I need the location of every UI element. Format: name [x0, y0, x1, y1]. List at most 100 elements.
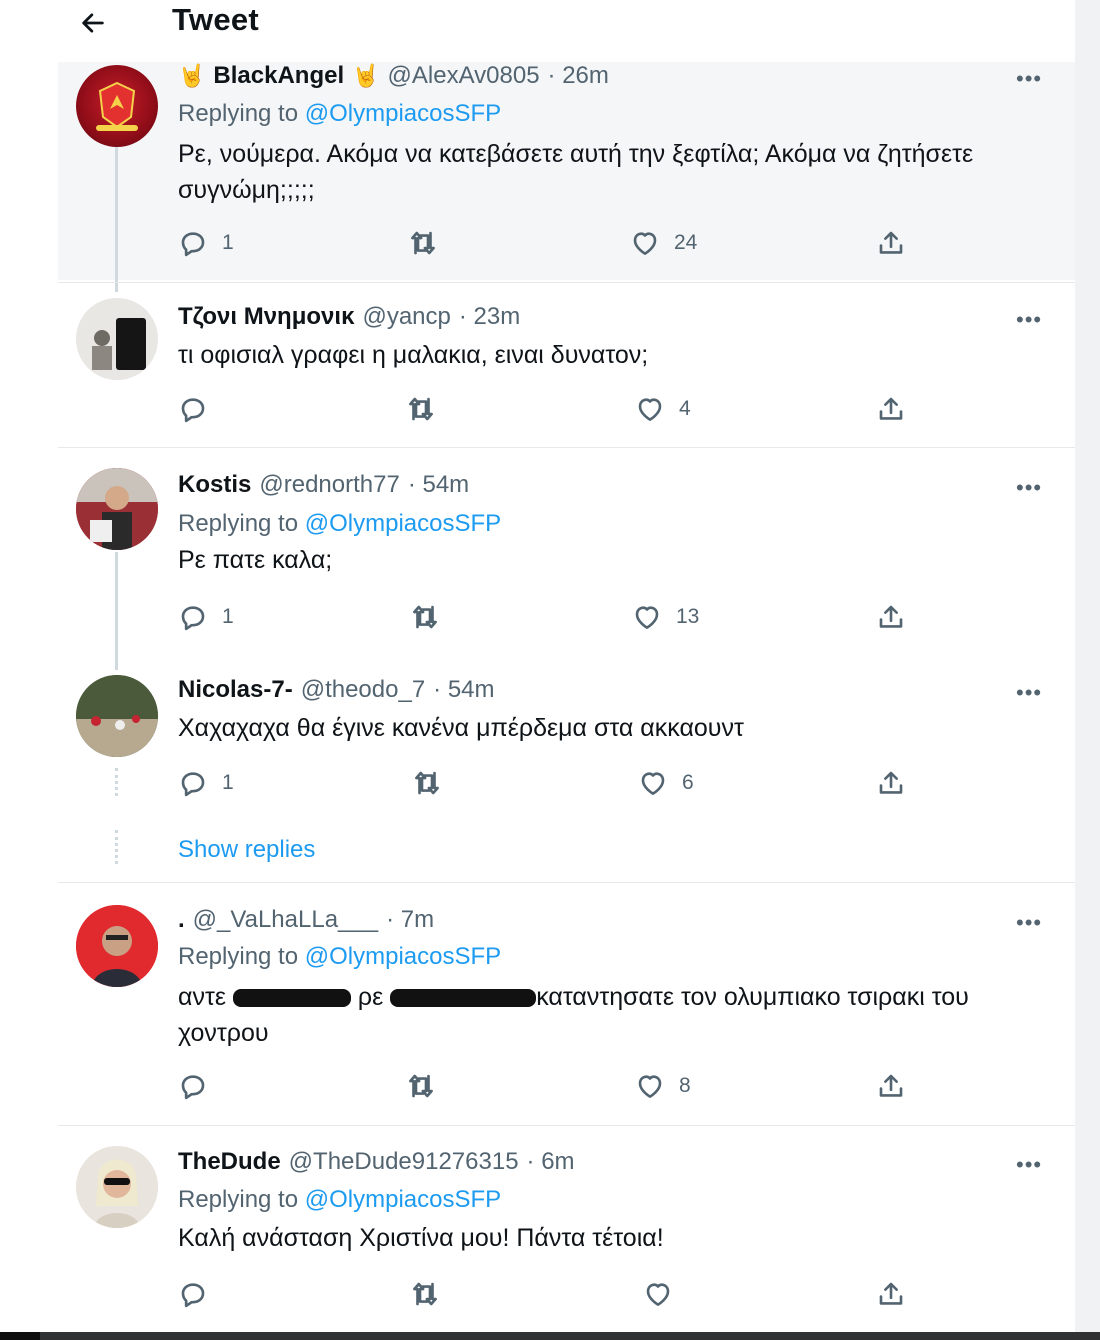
- share-icon: [879, 1282, 903, 1305]
- like-button[interactable]: 8: [635, 1071, 691, 1101]
- retweet-button[interactable]: [410, 1279, 440, 1309]
- like-count: 4: [679, 397, 691, 420]
- user-handle[interactable]: @_VaLhaLLa___: [193, 906, 378, 934]
- timestamp[interactable]: · 23m: [459, 303, 520, 331]
- reply-icon: [181, 232, 205, 257]
- tweet-valhalla[interactable]: . @_VaLhaLLa___ · 7m ••• Replying to @Ol…: [58, 883, 1075, 1123]
- tweet-thedude[interactable]: TheDude @TheDude91276315 · 6m ••• Replyi…: [58, 1126, 1075, 1332]
- share-button[interactable]: [876, 228, 906, 258]
- share-icon: [879, 771, 903, 794]
- like-button[interactable]: 6: [638, 768, 694, 798]
- like-button[interactable]: [643, 1279, 673, 1309]
- reply-button[interactable]: [178, 1071, 208, 1101]
- reply-icon: [181, 772, 205, 797]
- user-photo-image: [76, 675, 158, 757]
- retweet-icon: [415, 771, 439, 795]
- mention-link[interactable]: @OlympiacosSFP: [305, 100, 501, 127]
- share-button[interactable]: [876, 602, 906, 632]
- display-name[interactable]: TheDude: [178, 1148, 281, 1176]
- timestamp[interactable]: · 54m: [408, 471, 469, 499]
- display-name[interactable]: BlackAngel: [213, 62, 344, 90]
- retweet-button[interactable]: [406, 394, 436, 424]
- share-button[interactable]: [876, 1279, 906, 1309]
- show-replies-link[interactable]: Show replies: [178, 836, 315, 864]
- retweet-button[interactable]: [412, 768, 442, 798]
- tweet-meta: Nicolas-7- @theodo_7 · 54m: [178, 676, 495, 704]
- timestamp[interactable]: · 26m: [548, 62, 609, 90]
- retweet-icon: [409, 397, 433, 421]
- mention-link[interactable]: @OlympiacosSFP: [305, 510, 501, 537]
- thread-continuation: [115, 830, 121, 864]
- reply-button[interactable]: [178, 394, 208, 424]
- tweet-blackangel[interactable]: 🤘 BlackAngel 🤘 @AlexAv0805 · 26m ••• Rep…: [58, 62, 1075, 292]
- display-name[interactable]: .: [178, 906, 185, 934]
- display-name[interactable]: Τζονι Μνημονικ: [178, 303, 354, 331]
- timestamp[interactable]: · 7m: [386, 906, 434, 934]
- reply-count: 1: [222, 231, 234, 254]
- mention-link[interactable]: @OlympiacosSFP: [305, 1186, 501, 1213]
- tweet-meta: 🤘 BlackAngel 🤘 @AlexAv0805 · 26m: [178, 62, 609, 90]
- share-icon: [879, 231, 903, 254]
- avatar[interactable]: [76, 905, 158, 987]
- avatar[interactable]: [76, 65, 158, 147]
- replying-to-label: Replying to: [178, 510, 299, 537]
- avatar[interactable]: [76, 675, 158, 757]
- tweet-text: Ρε, νούμερα. Ακόμα να κατεβάσετε αυτή τη…: [178, 140, 974, 204]
- reply-button[interactable]: 1: [178, 602, 234, 632]
- bottom-bar: [0, 1332, 1100, 1340]
- tweet-text-part: ρε: [357, 983, 384, 1011]
- like-count: 6: [682, 771, 694, 794]
- more-icon[interactable]: •••: [1016, 66, 1042, 92]
- reply-icon: [181, 1283, 205, 1308]
- user-handle[interactable]: @yancp: [362, 303, 450, 331]
- user-handle[interactable]: @TheDude91276315: [289, 1148, 519, 1176]
- tweet-text: Χαχαχαχα θα έγινε κανένα μπέρδεμα στα ακ…: [178, 714, 744, 742]
- retweet-button[interactable]: [410, 602, 440, 632]
- display-name[interactable]: Kostis: [178, 471, 251, 499]
- avatar[interactable]: [76, 468, 158, 550]
- heart-icon: [638, 1075, 662, 1098]
- avatar[interactable]: [76, 1146, 158, 1228]
- heart-icon: [638, 398, 662, 421]
- more-icon[interactable]: •••: [1016, 680, 1042, 706]
- thread-line: [115, 142, 118, 292]
- user-handle[interactable]: @AlexAv0805: [388, 62, 540, 90]
- retweet-icon: [409, 1074, 433, 1098]
- tweet-kostis[interactable]: Kostis @rednorth77 · 54m ••• Replying to…: [58, 448, 1075, 670]
- timestamp[interactable]: · 54m: [433, 676, 494, 704]
- replying-to: Replying to @OlympiacosSFP: [178, 1186, 501, 1214]
- share-button[interactable]: [876, 768, 906, 798]
- tweet-text: Καλή ανάσταση Χριστίνα μου! Πάντα τέτοια…: [178, 1224, 664, 1252]
- tweet-tzoni[interactable]: Τζονι Μνημονικ @yancp · 23m ••• τι οφισι…: [58, 283, 1075, 445]
- arrow-left-icon: [82, 13, 104, 33]
- reply-button[interactable]: 1: [178, 768, 234, 798]
- share-icon: [879, 605, 903, 628]
- retweet-button[interactable]: [408, 228, 438, 258]
- reply-button[interactable]: 1: [178, 228, 234, 258]
- avatar[interactable]: [76, 298, 158, 380]
- user-handle[interactable]: @theodo_7: [301, 676, 425, 704]
- reply-button[interactable]: [178, 1279, 208, 1309]
- share-icon: [879, 1074, 903, 1097]
- timestamp[interactable]: · 6m: [527, 1148, 575, 1176]
- display-name[interactable]: Nicolas-7-: [178, 676, 293, 704]
- more-icon[interactable]: •••: [1016, 1152, 1042, 1178]
- like-button[interactable]: 13: [632, 602, 699, 632]
- more-icon[interactable]: •••: [1016, 475, 1042, 501]
- user-handle[interactable]: @rednorth77: [259, 471, 399, 499]
- tweet-meta: Kostis @rednorth77 · 54m: [178, 471, 469, 499]
- like-button[interactable]: 24: [630, 228, 697, 258]
- like-button[interactable]: 4: [635, 394, 691, 424]
- share-button[interactable]: [876, 1071, 906, 1101]
- user-photo-image: [76, 468, 158, 550]
- mention-link[interactable]: @OlympiacosSFP: [305, 943, 501, 970]
- more-icon[interactable]: •••: [1016, 910, 1042, 936]
- page-header: Tweet: [0, 0, 1075, 60]
- tweet-text: Ρε πατε καλα;: [178, 546, 333, 574]
- share-button[interactable]: [876, 394, 906, 424]
- reply-icon: [181, 398, 205, 423]
- retweet-button[interactable]: [406, 1071, 436, 1101]
- back-button[interactable]: [76, 6, 110, 40]
- more-icon[interactable]: •••: [1016, 307, 1042, 333]
- redaction-scribble: [390, 989, 537, 1008]
